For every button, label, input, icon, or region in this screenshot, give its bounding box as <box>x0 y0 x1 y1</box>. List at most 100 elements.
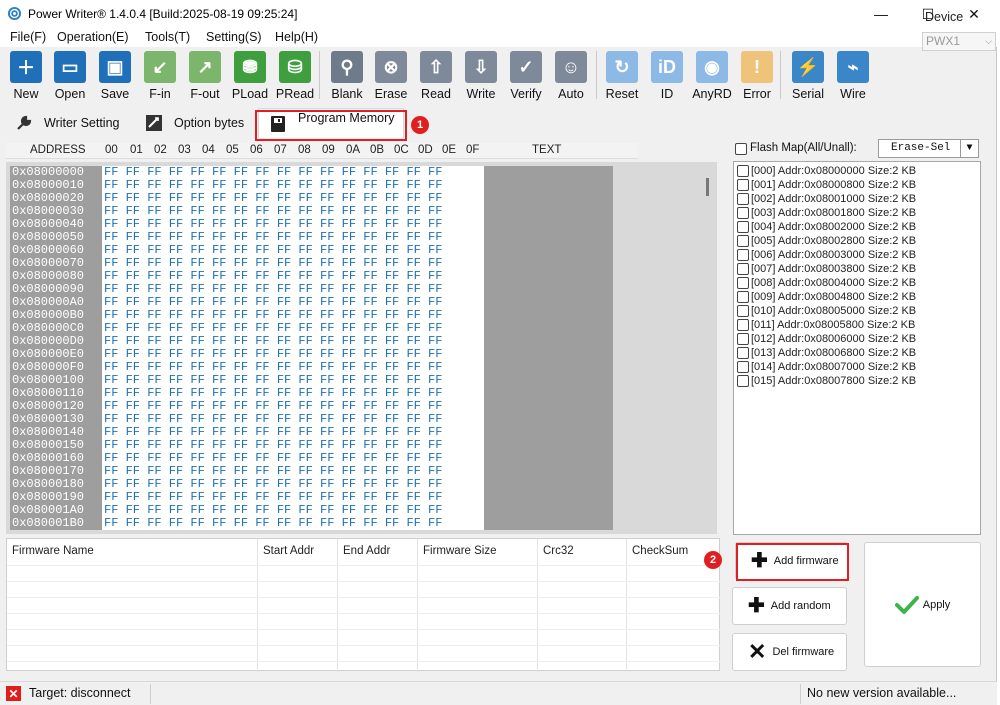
flash-map-list[interactable]: [000] Addr:0x08000000 Size:2 KB [001] Add… <box>733 161 981 535</box>
toolbar-f-in-button[interactable]: ↙ F-in <box>138 51 182 105</box>
flash-sector-item[interactable]: [006] Addr:0x08003000 Size:2 KB <box>737 248 916 262</box>
chevron-down-icon: ⌵ <box>985 36 992 46</box>
hex-view[interactable]: 0x08000000 0x08000010 0x08000020 0x08000030… <box>6 162 717 534</box>
sector-label: [003] Addr:0x08001800 Size:2 KB <box>751 207 917 219</box>
sector-checkbox[interactable] <box>737 207 749 219</box>
toolbar-error-button[interactable]: ! Error <box>735 51 779 105</box>
hex-header-col: 0B <box>370 144 385 156</box>
delete-x-icon: ✕ <box>748 639 767 664</box>
toolbar-write-button[interactable]: ⇩ Write <box>459 51 503 105</box>
close-icon: ✕ <box>968 5 980 22</box>
sector-checkbox[interactable] <box>737 193 749 205</box>
toolbar-id-button[interactable]: iD ID <box>645 51 689 105</box>
sector-checkbox[interactable] <box>737 375 749 387</box>
status-bar: ✕ Target: disconnect No new version avai… <box>0 681 997 705</box>
toolbar-read-button[interactable]: ⇧ Read <box>414 51 458 105</box>
hex-header-col: 00 <box>105 144 118 156</box>
toolbar-reset-button[interactable]: ↻ Reset <box>600 51 644 105</box>
device-select[interactable]: PWX1 ⌵ <box>922 32 996 51</box>
sector-checkbox[interactable] <box>737 277 749 289</box>
menu-bar: File(F) Operation(E) Tools(T) Setting(S)… <box>0 28 997 47</box>
hex-bytes-row[interactable]: FF FF FF FF FF FF FF FF FF FF FF FF FF F… <box>104 517 442 530</box>
del-firmware-button[interactable]: ✕ Del firmware <box>732 633 847 671</box>
toolbar-f-out-button[interactable]: ↗ F-out <box>183 51 227 105</box>
erase-mode-select[interactable]: Erase-Sel ▼ <box>878 139 979 158</box>
flash-sector-item[interactable]: [014] Addr:0x08007000 Size:2 KB <box>737 360 916 374</box>
toolbar-anyrd-button[interactable]: ◉ AnyRD <box>690 51 734 105</box>
flash-sector-item[interactable]: [008] Addr:0x08004000 Size:2 KB <box>737 276 916 290</box>
apply-label: Apply <box>922 598 951 611</box>
flash-sector-item[interactable]: [011] Addr:0x08005800 Size:2 KB <box>737 318 915 332</box>
menu-setting[interactable]: Setting(S) <box>206 28 262 47</box>
flash-map-all-checkbox[interactable] <box>735 143 747 155</box>
flash-sector-item[interactable]: [007] Addr:0x08003800 Size:2 KB <box>737 262 916 276</box>
toolbar-wire-button[interactable]: ⌁ Wire <box>831 51 875 105</box>
flash-sector-item[interactable]: [013] Addr:0x08006800 Size:2 KB <box>737 346 916 360</box>
sector-checkbox[interactable] <box>737 263 749 275</box>
hex-header-col: 05 <box>226 144 239 156</box>
version-status: No new version available... <box>807 686 957 700</box>
tab-option-bytes[interactable]: Option bytes <box>144 108 252 138</box>
sector-checkbox[interactable] <box>737 221 749 233</box>
sector-checkbox[interactable] <box>737 319 749 331</box>
flash-sector-item[interactable]: [012] Addr:0x08006000 Size:2 KB <box>737 332 916 346</box>
hex-header-col: 0F <box>466 144 480 156</box>
sector-checkbox[interactable] <box>737 361 749 373</box>
apply-button[interactable]: Apply <box>864 542 981 667</box>
erase-icon: ⊗ <box>375 51 407 83</box>
sector-label: [002] Addr:0x08001000 Size:2 KB <box>751 193 917 205</box>
flash-sector-item[interactable]: [001] Addr:0x08000800 Size:2 KB <box>737 178 916 192</box>
error-icon: ! <box>741 51 773 83</box>
erase-mode-value: Erase-Sel <box>891 142 951 154</box>
menu-help[interactable]: Help(H) <box>275 28 318 47</box>
flash-sector-item[interactable]: [002] Addr:0x08001000 Size:2 KB <box>737 192 916 206</box>
del-firmware-label: Del firmware <box>772 646 835 658</box>
flash-sector-item[interactable]: [003] Addr:0x08001800 Size:2 KB <box>737 206 916 220</box>
file-out-icon: ↗ <box>189 51 221 83</box>
window-title: Power Writer® 1.4.0.4 [Build:2025-08-19 … <box>28 7 298 21</box>
flash-sector-item[interactable]: [015] Addr:0x08007800 Size:2 KB <box>737 374 916 388</box>
flash-sector-item[interactable]: [000] Addr:0x08000000 Size:2 KB <box>737 164 916 178</box>
sector-checkbox[interactable] <box>737 305 749 317</box>
tab-writer-setting[interactable]: Writer Setting <box>14 108 132 138</box>
hex-header-col: 08 <box>298 144 311 156</box>
toolbar-label: PRead <box>275 87 315 101</box>
sector-checkbox[interactable] <box>737 291 749 303</box>
hex-scrollbar-thumb[interactable] <box>706 178 709 196</box>
sector-checkbox[interactable] <box>737 347 749 359</box>
flash-sector-item[interactable]: [005] Addr:0x08002800 Size:2 KB <box>737 234 916 248</box>
add-random-label: Add random <box>770 600 831 612</box>
bytes-area[interactable]: FF FF FF FF FF FF FF FF FF FF FF FF FF F… <box>102 166 484 530</box>
sector-checkbox[interactable] <box>737 165 749 177</box>
menu-tools[interactable]: Tools(T) <box>145 28 190 47</box>
sector-checkbox[interactable] <box>737 249 749 261</box>
flash-sector-item[interactable]: [009] Addr:0x08004800 Size:2 KB <box>737 290 916 304</box>
sector-checkbox[interactable] <box>737 179 749 191</box>
sector-label: [004] Addr:0x08002000 Size:2 KB <box>751 221 917 233</box>
toolbar-label: Error <box>743 87 771 101</box>
menu-file[interactable]: File(F) <box>10 28 46 47</box>
toolbar-erase-button[interactable]: ⊗ Erase <box>369 51 413 105</box>
add-random-button[interactable]: ✚ Add random <box>732 587 847 625</box>
toolbar-open-button[interactable]: ▭ Open <box>48 51 92 105</box>
sector-checkbox[interactable] <box>737 235 749 247</box>
tab-label: Writer Setting <box>44 116 120 130</box>
flash-sector-item[interactable]: [010] Addr:0x08005000 Size:2 KB <box>737 304 916 318</box>
toolbar-auto-button[interactable]: ☺ Auto <box>549 51 593 105</box>
toolbar-serial-button[interactable]: ⚡ Serial <box>786 51 830 105</box>
firmware-table[interactable]: Firmware Name Start Addr End Addr Firmwa… <box>6 538 721 672</box>
sector-checkbox[interactable] <box>737 333 749 345</box>
menu-operation[interactable]: Operation(E) <box>57 28 129 47</box>
title-bar: Power Writer® 1.4.0.4 [Build:2025-08-19 … <box>0 0 997 28</box>
toolbar-verify-button[interactable]: ✓ Verify <box>504 51 548 105</box>
toolbar-pload-button[interactable]: ⛃ PLoad <box>228 51 272 105</box>
toolbar-pread-button[interactable]: ⛁ PRead <box>273 51 317 105</box>
toolbar-save-button[interactable]: ▣ Save <box>93 51 137 105</box>
col-start-addr: Start Addr <box>263 545 315 557</box>
flash-sector-item[interactable]: [004] Addr:0x08002000 Size:2 KB <box>737 220 916 234</box>
plus-icon: ✚ <box>748 595 765 617</box>
sector-label: [001] Addr:0x08000800 Size:2 KB <box>751 179 917 191</box>
toolbar-separator <box>780 51 781 99</box>
minimize-button[interactable]: — <box>858 0 904 28</box>
sector-label: [011] Addr:0x08005800 Size:2 KB <box>751 319 916 331</box>
